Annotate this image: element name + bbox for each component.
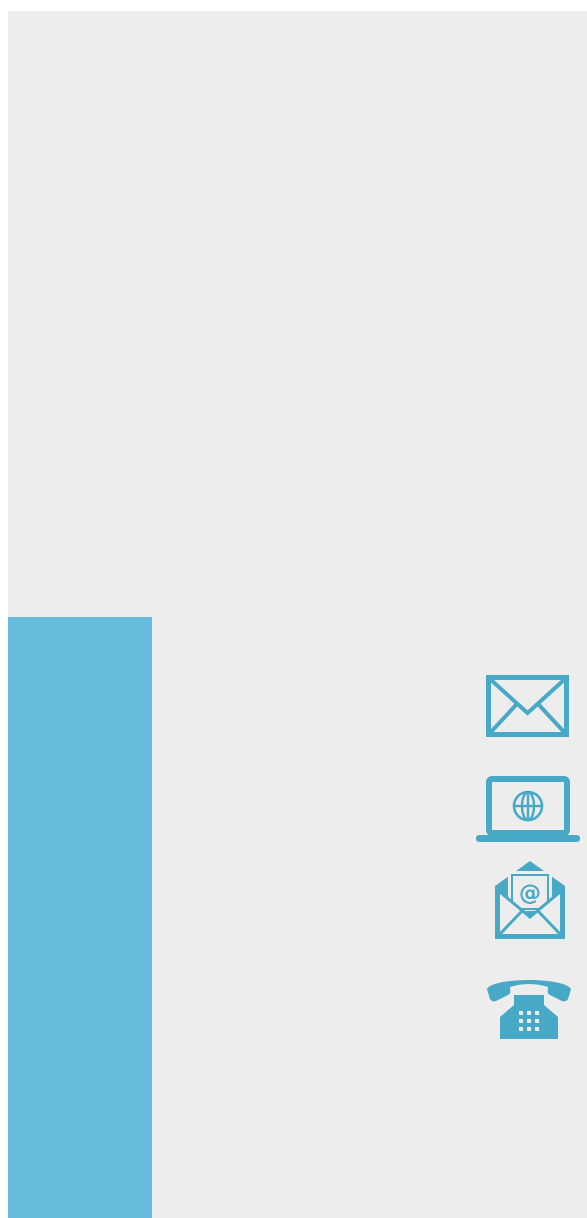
accent-bar bbox=[8, 617, 152, 1218]
telephone-icon bbox=[484, 973, 574, 1043]
envelope-icon bbox=[486, 675, 569, 737]
laptop-globe-icon bbox=[474, 776, 582, 844]
email-at-icon: @ bbox=[492, 859, 568, 941]
contact-page: @ bbox=[8, 11, 587, 1218]
svg-text:@: @ bbox=[519, 881, 541, 906]
